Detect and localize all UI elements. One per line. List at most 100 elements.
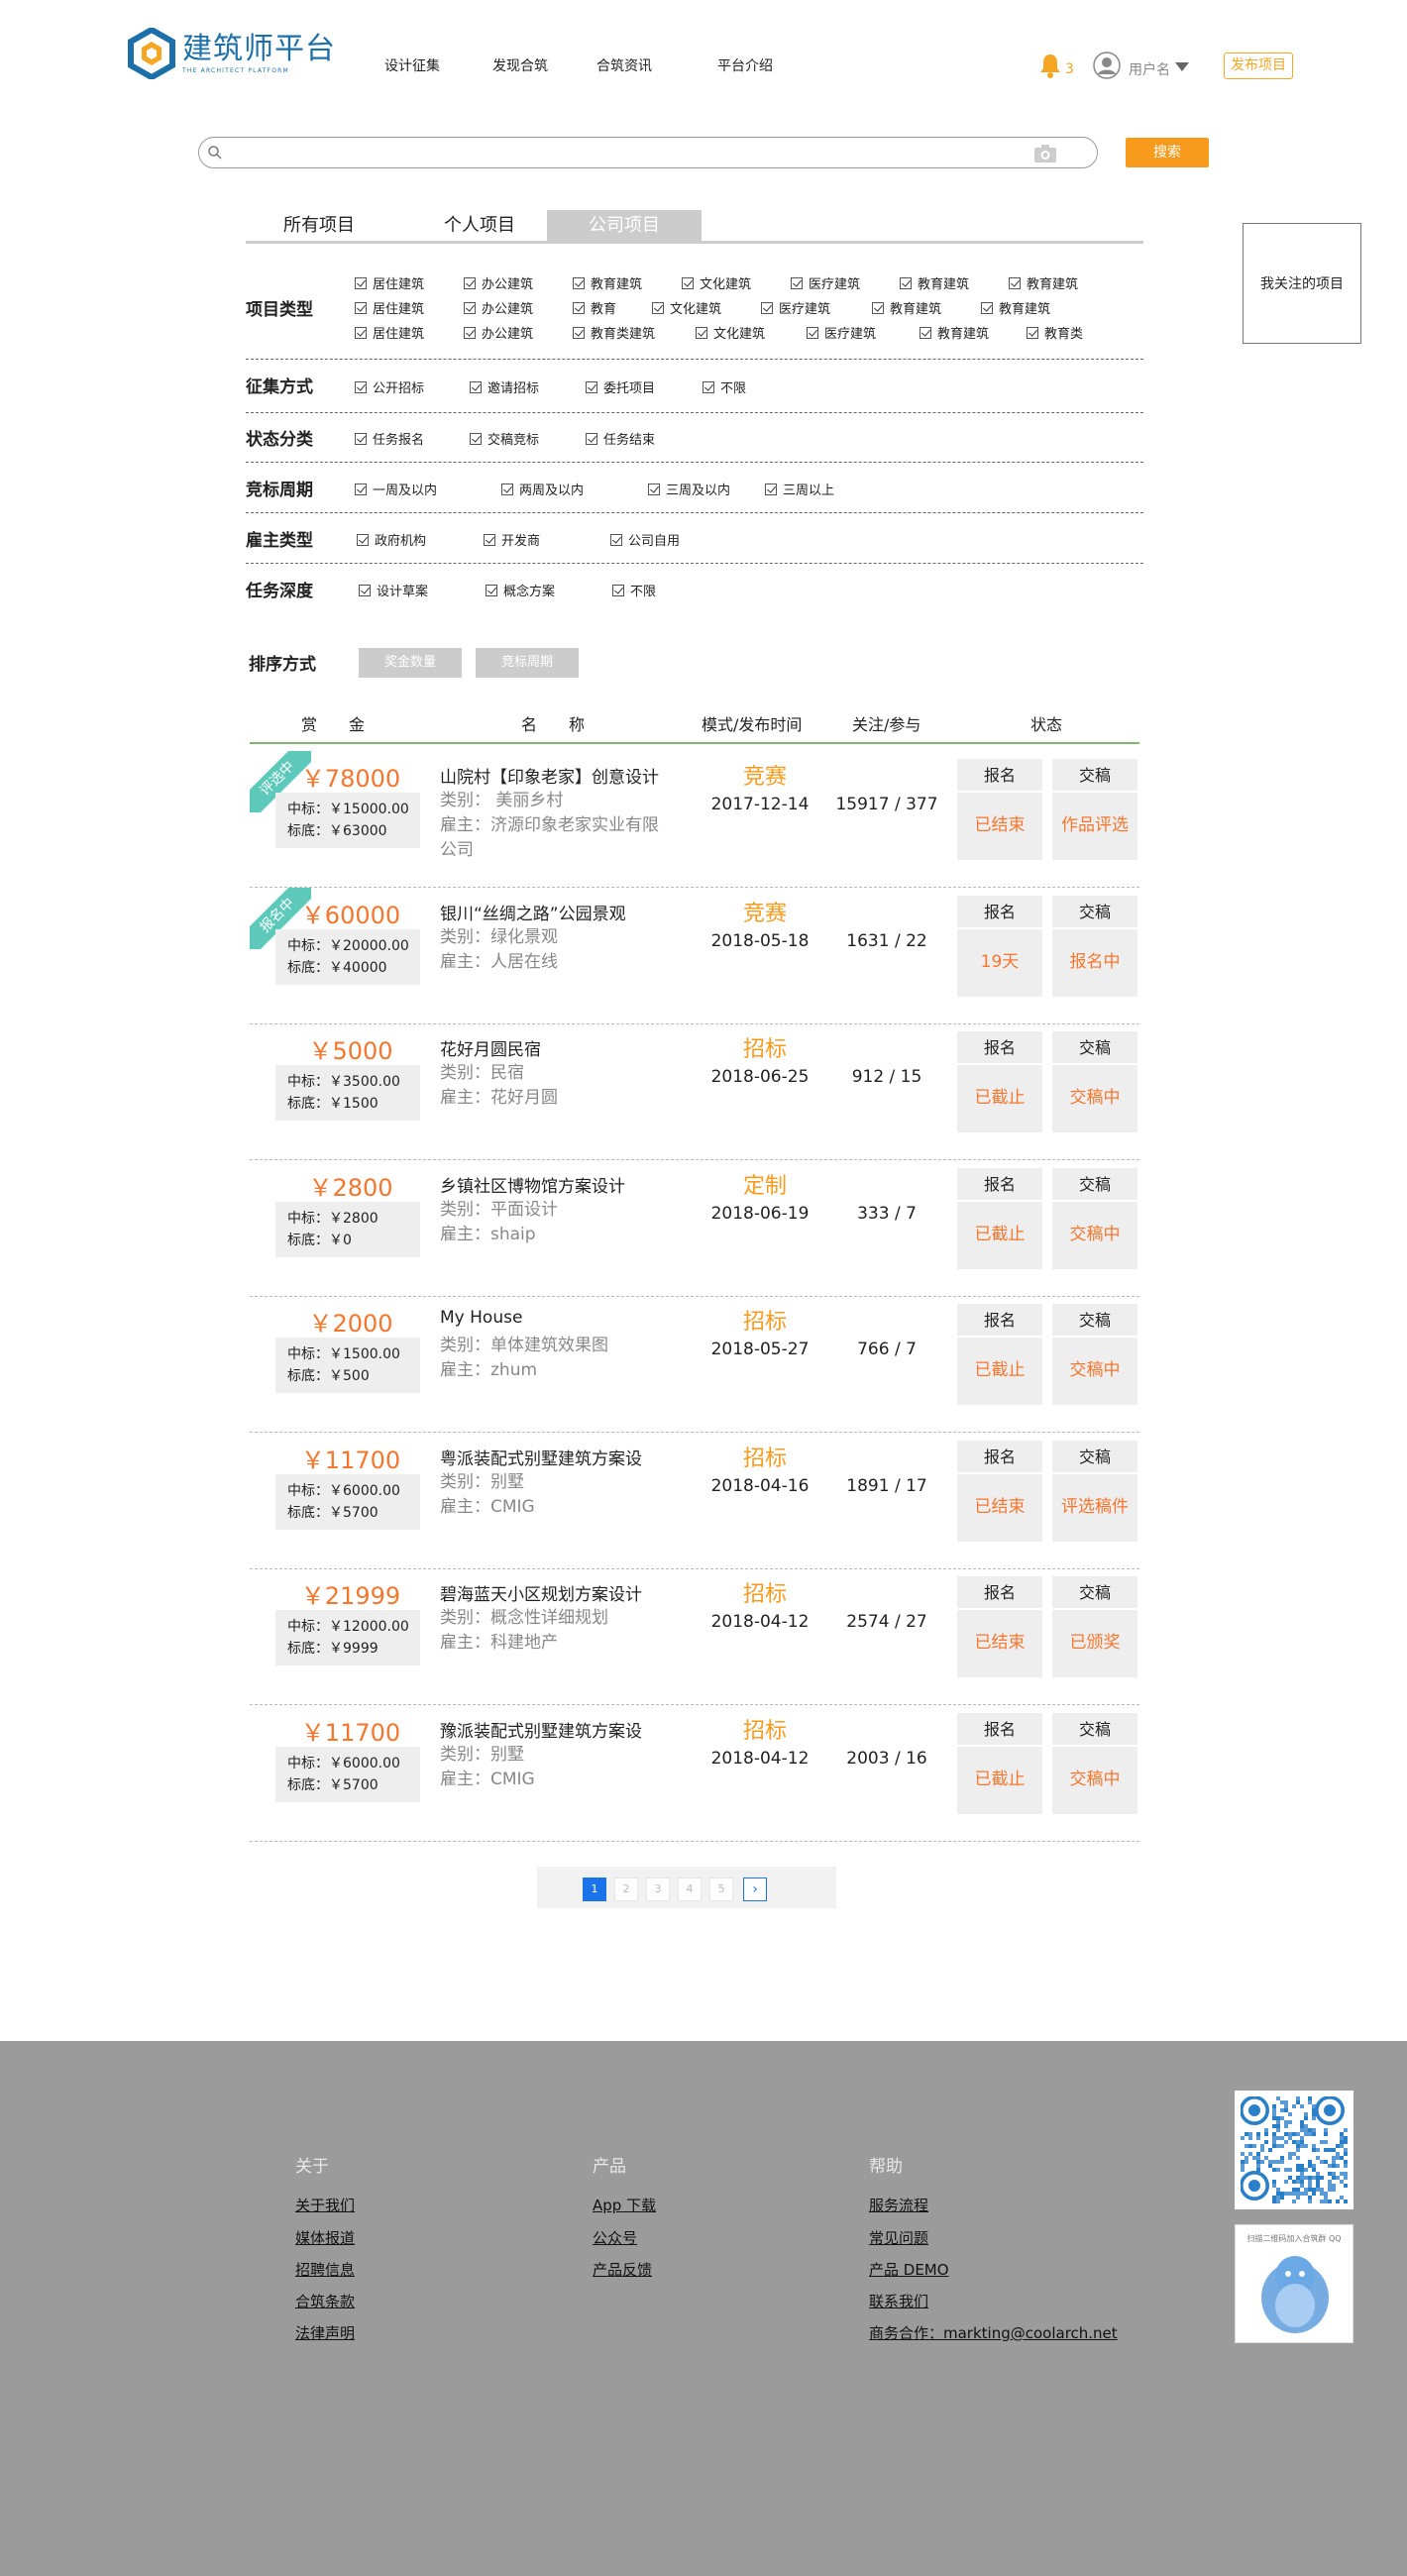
footer-link[interactable]: 法律声明 <box>295 2322 355 2343</box>
filter-option[interactable]: 文化建筑 <box>652 298 721 317</box>
project-row[interactable]: 评选中 ￥78000 中标：￥15000.00 标底：￥63000 山院村【印象老家】创… <box>250 751 1139 888</box>
page-3-button[interactable]: 3 <box>646 1878 670 1901</box>
filter-option[interactable]: 教育类 <box>1027 323 1083 342</box>
footer-link[interactable]: 商务合作：markting@coolarch.net <box>869 2322 1118 2343</box>
filter-option[interactable]: 任务结束 <box>586 429 655 448</box>
filter-option[interactable]: 概念方案 <box>486 581 555 599</box>
footer-link[interactable]: 常见问题 <box>869 2227 928 2248</box>
project-title[interactable]: 银川“丝绸之路”公园景观 <box>440 900 626 924</box>
filter-option[interactable]: 三周及以内 <box>648 480 730 498</box>
username[interactable]: 用户名 <box>1129 59 1170 79</box>
bell-icon[interactable] <box>1036 52 1064 79</box>
project-title[interactable]: 豫派装配式别墅建筑方案设 <box>440 1717 642 1742</box>
filter-option[interactable]: 三周以上 <box>765 480 834 498</box>
signup-status[interactable]: 报名 已截止 <box>957 1167 1042 1269</box>
submission-status[interactable]: 交稿 交稿中 <box>1052 1304 1137 1405</box>
filter-option[interactable]: 办公建筑 <box>464 273 533 292</box>
project-row[interactable]: ￥11700 中标：￥6000.00 标底：￥5700 豫派装配式别墅建筑方案设 类别：… <box>250 1705 1139 1842</box>
filter-option[interactable]: 文化建筑 <box>682 273 751 292</box>
filter-option[interactable]: 办公建筑 <box>464 323 533 342</box>
signup-status[interactable]: 报名 已截止 <box>957 1304 1042 1405</box>
submission-status[interactable]: 交稿 评选稿件 <box>1052 1440 1137 1542</box>
footer-link[interactable]: 合筑条款 <box>295 2291 355 2311</box>
filter-option[interactable]: 教育建筑 <box>1009 273 1078 292</box>
filter-option[interactable]: 医疗建筑 <box>807 323 876 342</box>
camera-icon[interactable] <box>1033 144 1057 163</box>
filter-option[interactable]: 居住建筑 <box>355 298 424 317</box>
footer-link[interactable]: App 下载 <box>593 2195 656 2215</box>
sort-by-period-button[interactable]: 竞标周期 <box>476 648 579 678</box>
sort-by-reward-button[interactable]: 奖金数量 <box>359 648 462 678</box>
filter-option[interactable]: 不限 <box>703 377 746 396</box>
footer-link[interactable]: 媒体报道 <box>295 2227 355 2248</box>
filter-option[interactable]: 教育建筑 <box>573 273 642 292</box>
page-5-button[interactable]: 5 <box>709 1878 733 1901</box>
search-input[interactable] <box>229 142 1022 163</box>
project-row[interactable]: ￥2800 中标：￥2800 标底：￥0 乡镇社区博物馆方案设计 类别：平面设计 雇主：s… <box>250 1160 1139 1297</box>
filter-option[interactable]: 医疗建筑 <box>761 298 830 317</box>
filter-option[interactable]: 居住建筑 <box>355 273 424 292</box>
filter-option[interactable]: 两周及以内 <box>501 480 584 498</box>
tab-company-projects[interactable]: 公司项目 <box>547 210 702 242</box>
logo[interactable]: 建筑师平台 THE ARCHITECT PLATFORM <box>127 28 336 79</box>
page-4-button[interactable]: 4 <box>678 1878 702 1901</box>
filter-option[interactable]: 公开招标 <box>355 377 424 396</box>
next-page-button[interactable]: › <box>743 1878 767 1901</box>
filter-option[interactable]: 居住建筑 <box>355 323 424 342</box>
nav-discover[interactable]: 发现合筑 <box>492 55 548 75</box>
nav-design-collect[interactable]: 设计征集 <box>384 55 440 75</box>
filter-option[interactable]: 教育建筑 <box>920 323 989 342</box>
filter-option[interactable]: 设计草案 <box>359 581 428 599</box>
footer-link[interactable]: 服务流程 <box>869 2195 928 2215</box>
filter-option[interactable]: 任务报名 <box>355 429 424 448</box>
footer-link[interactable]: 关于我们 <box>295 2195 355 2215</box>
submission-status[interactable]: 交稿 作品评选 <box>1052 759 1137 860</box>
page-2-button[interactable]: 2 <box>614 1878 638 1901</box>
filter-option[interactable]: 教育建筑 <box>900 273 969 292</box>
footer-link[interactable]: 招聘信息 <box>295 2259 355 2280</box>
filter-option[interactable]: 交稿竞标 <box>470 429 539 448</box>
submission-status[interactable]: 交稿 交稿中 <box>1052 1031 1137 1132</box>
footer-link[interactable]: 产品 DEMO <box>869 2259 949 2280</box>
filter-option[interactable]: 教育 <box>573 298 616 317</box>
tab-personal-projects[interactable]: 个人项目 <box>420 210 539 242</box>
project-title[interactable]: 粤派装配式别墅建筑方案设 <box>440 1445 642 1469</box>
signup-status[interactable]: 报名 已截止 <box>957 1031 1042 1132</box>
submission-status[interactable]: 交稿 交稿中 <box>1052 1712 1137 1814</box>
project-row[interactable]: ￥11700 中标：￥6000.00 标底：￥5700 粤派装配式别墅建筑方案设 类别：… <box>250 1433 1139 1569</box>
footer-link[interactable]: 联系我们 <box>869 2291 928 2311</box>
filter-option[interactable]: 邀请招标 <box>470 377 539 396</box>
footer-link[interactable]: 公众号 <box>593 2227 637 2248</box>
filter-option[interactable]: 不限 <box>612 581 656 599</box>
publish-project-button[interactable]: 发布项目 <box>1224 53 1293 79</box>
project-title[interactable]: 山院村【印象老家】创意设计 <box>440 763 659 788</box>
filter-option[interactable]: 医疗建筑 <box>791 273 860 292</box>
project-title[interactable]: My House <box>440 1308 522 1328</box>
filter-option[interactable]: 开发商 <box>484 530 540 549</box>
page-1-button[interactable]: 1 <box>583 1878 606 1901</box>
tab-all-projects[interactable]: 所有项目 <box>260 210 379 242</box>
project-title[interactable]: 花好月圆民宿 <box>440 1035 541 1060</box>
signup-status[interactable]: 报名 19天 <box>957 895 1042 997</box>
footer-link[interactable]: 产品反馈 <box>593 2259 652 2280</box>
filter-option[interactable]: 文化建筑 <box>696 323 765 342</box>
project-row[interactable]: ￥2000 中标：￥1500.00 标底：￥500 My House 类别：单体建筑效果… <box>250 1296 1139 1433</box>
filter-option[interactable]: 公司自用 <box>610 530 680 549</box>
filter-option[interactable]: 教育类建筑 <box>573 323 655 342</box>
filter-option[interactable]: 教育建筑 <box>872 298 941 317</box>
filter-option[interactable]: 教育建筑 <box>981 298 1050 317</box>
project-row[interactable]: ￥5000 中标：￥3500.00 标底：￥1500 花好月圆民宿 类别：民宿 雇主：花好… <box>250 1023 1139 1160</box>
filter-option[interactable]: 一周及以内 <box>355 480 437 498</box>
nav-about-platform[interactable]: 平台介绍 <box>717 55 773 75</box>
project-title[interactable]: 乡镇社区博物馆方案设计 <box>440 1172 625 1197</box>
followed-projects-button[interactable]: 我关注的项目 <box>1243 223 1361 344</box>
submission-status[interactable]: 交稿 报名中 <box>1052 895 1137 997</box>
signup-status[interactable]: 报名 已结束 <box>957 759 1042 860</box>
filter-option[interactable]: 政府机构 <box>357 530 426 549</box>
chevron-down-icon[interactable] <box>1175 62 1189 71</box>
search-button[interactable]: 搜索 <box>1126 138 1209 167</box>
filter-option[interactable]: 委托项目 <box>586 377 655 396</box>
signup-status[interactable]: 报名 已结束 <box>957 1440 1042 1542</box>
submission-status[interactable]: 交稿 已颁奖 <box>1052 1576 1137 1677</box>
signup-status[interactable]: 报名 已结束 <box>957 1576 1042 1677</box>
